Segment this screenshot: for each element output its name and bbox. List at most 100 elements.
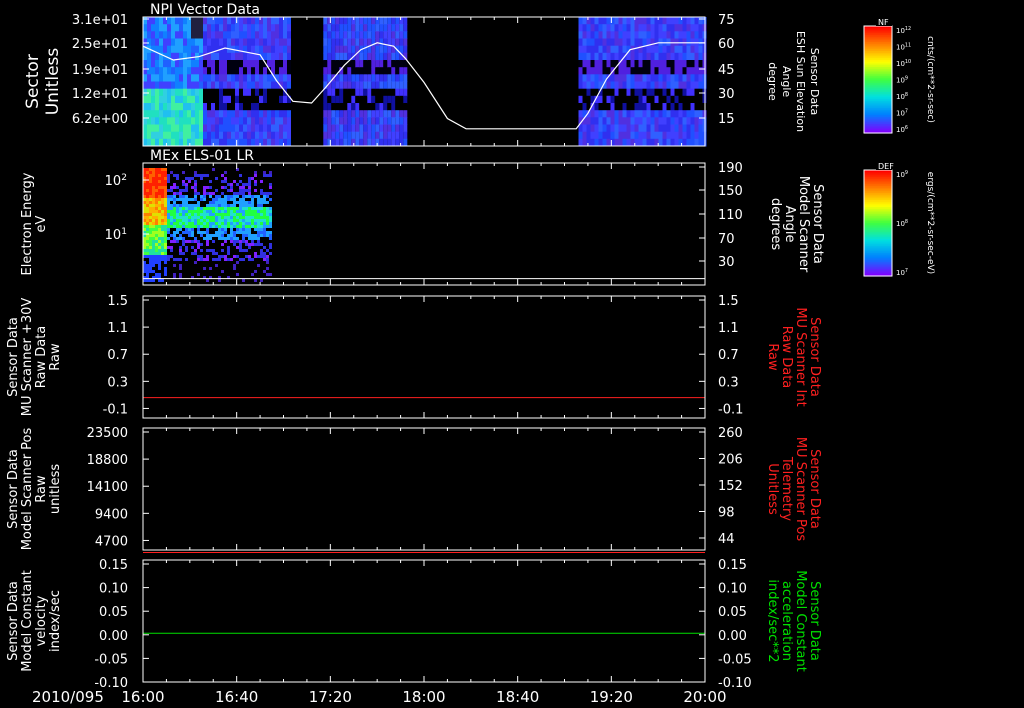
els-pixel: [176, 213, 179, 216]
npi-pixel: [578, 103, 583, 111]
els-pixel: [269, 207, 272, 210]
els-pixel: [149, 201, 152, 204]
els-pixel: [161, 228, 164, 231]
npi-pixel: [199, 117, 203, 125]
npi-pixel: [698, 45, 703, 54]
npi-pixel: [279, 60, 283, 68]
npi-pixel: [219, 52, 223, 61]
els-pixel: [251, 201, 254, 204]
right-axis-label: MU Scanner Pos: [793, 437, 808, 542]
npi-pixel: [590, 74, 595, 82]
npi-pixel: [219, 24, 223, 32]
els-pixel: [236, 213, 239, 216]
npi-pixel: [395, 74, 400, 82]
npi-pixel: [283, 81, 287, 90]
npi-pixel: [403, 88, 408, 97]
npi-pixel: [243, 117, 247, 125]
npi-pixel: [323, 45, 328, 54]
els-pixel: [167, 222, 170, 225]
els-pixel: [215, 231, 218, 234]
els-pixel: [188, 222, 191, 225]
npi-pixel: [662, 74, 667, 82]
npi-pixel: [203, 95, 207, 104]
npi-pixel: [383, 52, 388, 61]
npi-pixel: [175, 31, 179, 39]
npi-pixel: [327, 88, 332, 97]
els-pixel: [161, 201, 164, 204]
npi-pixel: [594, 131, 599, 140]
left-axis-label: Model Constant: [20, 570, 35, 672]
npi-pixel: [243, 67, 247, 75]
els-pixel: [203, 207, 206, 210]
els-pixel: [185, 207, 188, 210]
left-tick-label: -0.05: [94, 652, 128, 667]
els-pixel: [233, 195, 236, 198]
npi-pixel: [694, 103, 699, 111]
els-pixel: [260, 255, 263, 258]
npi-pixel: [223, 110, 227, 118]
els-pixel: [260, 204, 263, 207]
npi-pixel: [339, 17, 344, 25]
npi-pixel: [179, 117, 183, 125]
npi-pixel: [351, 74, 356, 82]
npi-pixel: [610, 31, 615, 39]
npi-pixel: [287, 38, 291, 47]
els-pixel: [224, 216, 227, 219]
npi-pixel: [339, 52, 344, 61]
els-pixel: [197, 231, 200, 234]
npi-pixel: [622, 88, 627, 97]
npi-pixel: [183, 110, 187, 118]
els-pixel: [149, 177, 152, 180]
npi-pixel: [614, 17, 619, 25]
npi-pixel: [199, 124, 203, 133]
els-pixel: [203, 210, 206, 213]
els-pixel: [164, 270, 167, 273]
npi-pixel: [674, 88, 679, 97]
npi-pixel: [618, 31, 623, 39]
npi-pixel: [347, 45, 352, 54]
els-pixel: [254, 207, 257, 210]
npi-pixel: [187, 45, 191, 54]
right-axis-label: ESH Sun Elevation: [794, 31, 807, 132]
els-pixel: [269, 210, 272, 213]
els-pixel: [155, 198, 158, 201]
els-pixel: [182, 216, 185, 219]
npi-pixel: [670, 81, 675, 90]
npi-pixel: [642, 31, 647, 39]
els-pixel: [239, 186, 242, 189]
els-pixel: [224, 186, 227, 189]
npi-pixel: [686, 131, 691, 140]
els-pixel: [227, 210, 230, 213]
npi-pixel: [207, 95, 211, 104]
npi-pixel: [626, 110, 631, 118]
els-pixel: [179, 228, 182, 231]
els-pixel: [215, 210, 218, 213]
npi-pixel: [243, 60, 247, 68]
npi-pixel: [618, 131, 623, 140]
npi-pixel: [610, 131, 615, 140]
npi-pixel: [283, 117, 287, 125]
els-pixel: [236, 240, 239, 243]
npi-pixel: [371, 24, 376, 32]
els-pixel: [149, 237, 152, 240]
els-pixel: [239, 258, 242, 261]
npi-pixel: [231, 88, 235, 97]
npi-pixel: [403, 95, 408, 104]
els-pixel: [206, 210, 209, 213]
els-pixel: [251, 177, 254, 180]
npi-pixel: [383, 17, 388, 25]
npi-pixel: [275, 17, 279, 25]
els-pixel: [221, 216, 224, 219]
npi-pixel: [594, 81, 599, 90]
npi-pixel: [646, 110, 651, 118]
els-pixel: [191, 207, 194, 210]
els-pixel: [209, 186, 212, 189]
els-pixel: [254, 222, 257, 225]
els-pixel: [158, 222, 161, 225]
els-pixel: [158, 180, 161, 183]
els-pixel: [155, 177, 158, 180]
npi-pixel: [167, 67, 171, 75]
npi-pixel: [155, 17, 159, 25]
els-pixel: [245, 195, 248, 198]
npi-pixel: [203, 131, 207, 140]
